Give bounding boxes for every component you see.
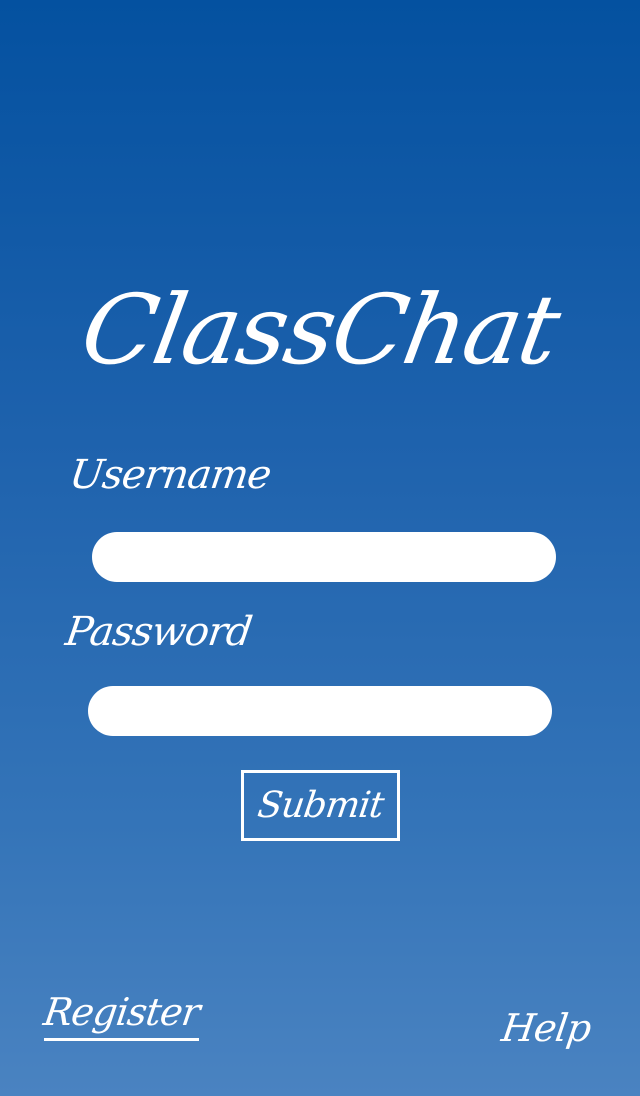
username-input[interactable] xyxy=(92,532,556,582)
password-label: Password xyxy=(62,609,255,655)
register-link[interactable]: Register xyxy=(41,990,203,1041)
app-title: ClassChat xyxy=(73,274,567,386)
username-label: Username xyxy=(66,452,274,498)
password-input[interactable] xyxy=(88,686,552,736)
register-link-label: Register xyxy=(41,990,203,1034)
submit-button-label: Submit xyxy=(255,785,386,826)
submit-button[interactable]: Submit xyxy=(241,770,400,841)
help-link[interactable]: Help xyxy=(499,1006,594,1050)
help-link-label: Help xyxy=(499,1006,594,1050)
